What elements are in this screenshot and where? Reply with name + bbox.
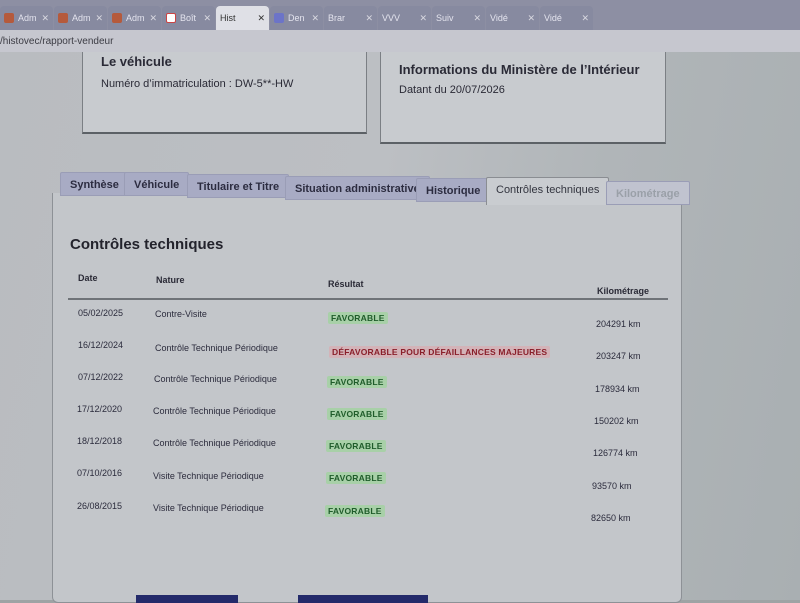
browser-tab[interactable]: Vidé ✕ [486,6,539,30]
column-header-date: Date [78,273,98,283]
browser-tab-label: Suiv [436,13,454,23]
close-icon[interactable]: ✕ [41,13,49,24]
status-badge: FAVORABLE [326,472,386,484]
vehicle-card: Le véhicule Numéro d’immatriculation : D… [82,52,367,134]
close-icon[interactable]: ✕ [473,13,481,24]
browser-tab[interactable]: Adm ✕ [54,6,107,30]
app-icon [58,13,68,23]
browser-tab[interactable]: Brar ✕ [324,6,377,30]
close-icon[interactable]: ✕ [257,13,265,24]
row-mileage: 178934 km [595,384,640,394]
close-icon[interactable]: ✕ [311,13,319,24]
browser-tab-label: Adm [18,13,37,23]
row-nature: Contre-Visite [155,309,207,319]
row-date: 18/12/2018 [77,436,123,446]
browser-tab[interactable]: Adm ✕ [108,6,161,30]
tab-vehicule[interactable]: Véhicule [124,172,190,196]
tab-situation-administrative[interactable]: Situation administrative [285,176,430,200]
close-icon[interactable]: ✕ [527,13,535,24]
gmail-icon [166,13,176,23]
status-badge: FAVORABLE [327,376,387,388]
row-nature: Contrôle Technique Périodique [153,438,276,448]
row-mileage: 150202 km [594,416,639,426]
browser-tab-label: Hist [220,13,236,23]
row-nature: Visite Technique Périodique [153,503,264,513]
row-date: 17/12/2020 [77,404,123,414]
ministry-card: Informations du Ministère de l’Intérieur… [380,52,666,144]
ministry-date: Datant du 20/07/2026 [399,84,505,96]
status-badge: FAVORABLE [326,440,386,452]
browser-tab-strip: Adm ✕ Adm ✕ Adm ✕ Boît ✕ Hist ✕ Den ✕ Brar ✕ VV… [0,0,800,30]
report-tabs: Synthèse Véhicule Titulaire et Titre Sit… [60,168,700,205]
doc-icon [274,13,284,23]
row-date: 07/10/2016 [77,468,123,478]
ministry-card-title: Informations du Ministère de l’Intérieur [399,62,640,77]
status-badge: FAVORABLE [327,408,387,420]
row-mileage: 82650 km [591,513,631,523]
tab-titulaire[interactable]: Titulaire et Titre [187,174,290,198]
browser-tab-label: Brar [328,13,346,23]
header-divider [68,298,668,300]
url-text: /histovec/rapport-vendeur [0,35,114,47]
row-nature: Contrôle Technique Périodique [153,406,276,416]
browser-tab[interactable]: Adm ✕ [0,6,53,30]
row-date: 26/08/2015 [77,501,123,511]
row-date: 16/12/2024 [78,340,124,350]
app-icon [4,13,14,23]
close-icon[interactable]: ✕ [365,13,373,24]
column-header-nature: Nature [156,275,185,285]
bottom-action-button[interactable] [136,595,238,603]
browser-tab-label: Adm [72,13,91,23]
tab-controles-techniques[interactable]: Contrôles techniques [486,177,610,205]
row-nature: Contrôle Technique Périodique [155,343,278,353]
tab-synthese[interactable]: Synthèse [60,172,129,196]
row-nature: Visite Technique Périodique [153,471,264,481]
browser-tab-label: VVV [382,13,401,23]
close-icon[interactable]: ✕ [581,13,589,24]
row-mileage: 203247 km [596,351,641,361]
browser-tab[interactable]: Den ✕ [270,6,323,30]
status-badge: DÉFAVORABLE POUR DÉFAILLANCES MAJEURES [329,346,551,358]
browser-tab-label: Vidé [544,13,562,23]
row-nature: Contrôle Technique Périodique [154,374,277,384]
row-date: 05/02/2025 [78,308,124,318]
row-date: 07/12/2022 [78,372,124,382]
tab-panel [52,193,682,603]
browser-tab-label: Adm [126,13,145,23]
browser-tab-label: Vidé [490,13,508,23]
status-badge: FAVORABLE [325,505,385,517]
browser-tab[interactable]: Suiv ✕ [432,6,485,30]
tab-historique[interactable]: Historique [416,178,491,202]
registration-number: Numéro d’immatriculation : DW-5**-HW [101,78,294,90]
row-mileage: 126774 km [593,448,638,458]
section-title: Contrôles techniques [70,236,224,253]
close-icon[interactable]: ✕ [203,13,211,24]
browser-tab-label: Den [288,13,305,23]
browser-tab-label: Boît [180,13,197,23]
browser-tab[interactable]: VVV ✕ [378,6,431,30]
vehicle-card-title: Le véhicule [101,54,172,69]
column-header-result: Résultat [328,279,364,289]
status-badge: FAVORABLE [328,312,388,324]
page-content: Le véhicule Numéro d’immatriculation : D… [0,52,800,603]
app-icon [112,13,122,23]
row-mileage: 93570 km [592,481,632,491]
address-bar[interactable]: /histovec/rapport-vendeur [0,30,800,52]
browser-tab[interactable]: Boît ✕ [162,6,215,30]
close-icon[interactable]: ✕ [419,13,427,24]
tab-kilometrage[interactable]: Kilométrage [606,181,690,205]
close-icon[interactable]: ✕ [95,13,103,24]
browser-tab-active[interactable]: Hist ✕ [216,6,269,30]
column-header-mileage: Kilométrage [597,286,650,296]
row-mileage: 204291 km [596,319,641,329]
bottom-action-button[interactable] [298,595,428,603]
browser-tab[interactable]: Vidé ✕ [540,6,593,30]
close-icon[interactable]: ✕ [149,13,157,24]
